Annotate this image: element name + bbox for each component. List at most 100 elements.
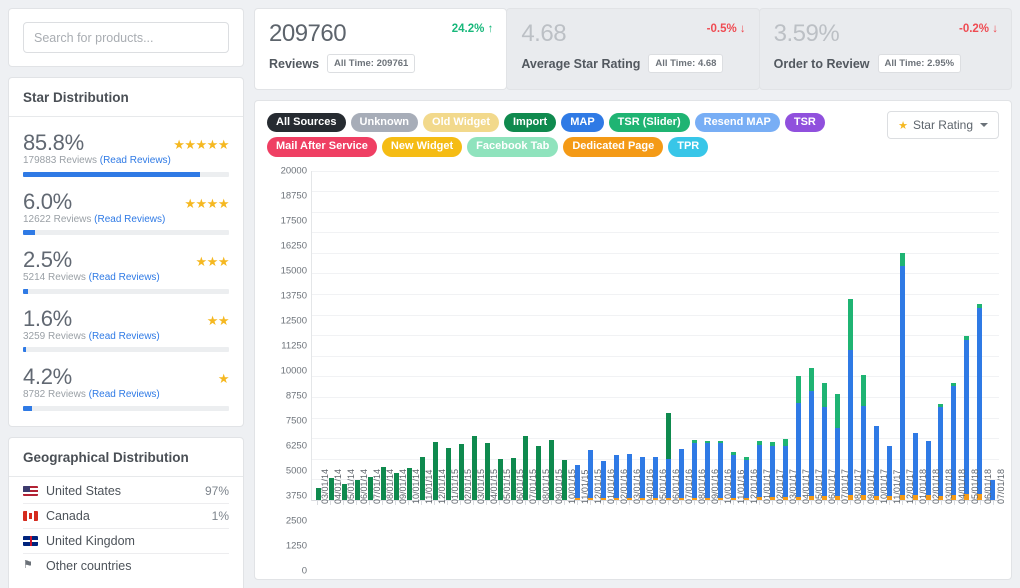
chart-bar-column[interactable] bbox=[973, 171, 986, 500]
chart-bar-column[interactable] bbox=[494, 171, 507, 500]
chart-bar-column[interactable] bbox=[455, 171, 468, 500]
source-filter-pill[interactable]: Dedicated Page bbox=[563, 137, 664, 157]
chart-bar-column[interactable] bbox=[947, 171, 960, 500]
chart-bar-column[interactable] bbox=[520, 171, 533, 500]
chart-bar-segment-import bbox=[666, 413, 672, 460]
chart-bar-column[interactable] bbox=[986, 171, 999, 500]
chart-bar-column[interactable] bbox=[662, 171, 675, 500]
star-distribution-row: 4.2% 8782 Reviews (Read Reviews) ★ bbox=[23, 357, 230, 416]
chart-bar-column[interactable] bbox=[584, 171, 597, 500]
chart-bar-column[interactable] bbox=[766, 171, 779, 500]
chart-bar-column[interactable] bbox=[649, 171, 662, 500]
chart-bar-column[interactable] bbox=[714, 171, 727, 500]
source-filter-pill[interactable]: Old Widget bbox=[423, 113, 499, 133]
chart-bar-column[interactable] bbox=[675, 171, 688, 500]
chart-bar-column[interactable] bbox=[442, 171, 455, 500]
chart-bar-column[interactable] bbox=[688, 171, 701, 500]
chart-bar-column[interactable] bbox=[377, 171, 390, 500]
source-filter-pill[interactable]: Unknown bbox=[350, 113, 419, 133]
chart-bar-column[interactable] bbox=[532, 171, 545, 500]
star-distribution-percent: 1.6% bbox=[23, 305, 72, 331]
chart-bar-column[interactable] bbox=[857, 171, 870, 500]
chart-bar-column[interactable] bbox=[818, 171, 831, 500]
chart-bar-column[interactable] bbox=[403, 171, 416, 500]
read-reviews-link[interactable]: (Read Reviews) bbox=[89, 272, 160, 283]
chart-bar-column[interactable] bbox=[870, 171, 883, 500]
source-filter-pill[interactable]: All Sources bbox=[267, 113, 346, 133]
star-distribution-bar-track bbox=[23, 171, 229, 177]
chart-bar-column[interactable] bbox=[805, 171, 818, 500]
chart-bar-column[interactable] bbox=[883, 171, 896, 500]
read-reviews-link[interactable]: (Read Reviews) bbox=[89, 331, 160, 342]
chart-bar-column[interactable] bbox=[429, 171, 442, 500]
chart-bar-column[interactable] bbox=[416, 171, 429, 500]
star-rating-filter-button[interactable]: ★ Star Rating bbox=[887, 111, 999, 139]
chart-x-tick: 05/01/17 bbox=[804, 469, 824, 571]
source-filter-pill[interactable]: Mail After Service bbox=[267, 137, 377, 157]
chart-x-tick-label: 01/01/16 bbox=[606, 468, 617, 504]
read-reviews-link[interactable]: (Read Reviews) bbox=[89, 389, 160, 400]
source-filter-pill[interactable]: MAP bbox=[561, 113, 604, 133]
chart-x-tick: 04/01/17 bbox=[791, 469, 811, 571]
source-filter-pill[interactable]: Import bbox=[503, 113, 557, 133]
chart-bar-column[interactable] bbox=[960, 171, 973, 500]
chart-bar-column[interactable] bbox=[844, 171, 857, 500]
chart-bar-column[interactable] bbox=[351, 171, 364, 500]
search-input[interactable] bbox=[23, 22, 229, 53]
chart-bar-column[interactable] bbox=[338, 171, 351, 500]
chart-bar-column[interactable] bbox=[753, 171, 766, 500]
source-filter-pill[interactable]: TSR (Slider) bbox=[608, 113, 690, 133]
chart-bar-column[interactable] bbox=[571, 171, 584, 500]
read-reviews-link[interactable]: (Read Reviews) bbox=[94, 214, 165, 225]
chart-y-tick-label: 2500 bbox=[285, 515, 307, 527]
stat-card[interactable]: 3.59% Order to Review All Time: 2.95% -0.2%… bbox=[758, 8, 1012, 90]
chart-bar-column[interactable] bbox=[325, 171, 338, 500]
chart-y-tick-label: 13750 bbox=[280, 290, 307, 302]
geo-country-name: Canada bbox=[46, 508, 90, 523]
chart-bar-column[interactable] bbox=[779, 171, 792, 500]
chart-x-tick-label: 09/01/15 bbox=[554, 468, 565, 504]
chart-x-tick: 05/01/18 bbox=[960, 469, 980, 571]
chart-bar-column[interactable] bbox=[727, 171, 740, 500]
chart-tick-mark bbox=[914, 501, 916, 505]
source-filter-pill[interactable]: Facebook Tab bbox=[467, 137, 559, 157]
chart-bar-column[interactable] bbox=[468, 171, 481, 500]
chart-bar-column[interactable] bbox=[390, 171, 403, 500]
chart-y-tick-label: 20000 bbox=[280, 165, 307, 176]
chart-bar-column[interactable] bbox=[701, 171, 714, 500]
chart-bar-column[interactable] bbox=[740, 171, 753, 500]
chart-bar-column[interactable] bbox=[597, 171, 610, 500]
chart-bar-column[interactable] bbox=[922, 171, 935, 500]
chart-bar-column[interactable] bbox=[935, 171, 948, 500]
chart-bar-column[interactable] bbox=[610, 171, 623, 500]
chart-bar-column[interactable] bbox=[507, 171, 520, 500]
source-filter-pill[interactable]: New Widget bbox=[381, 137, 463, 157]
star-distribution-reviews-word: Reviews bbox=[48, 272, 86, 284]
source-filter-pill[interactable]: Resend MAP bbox=[694, 113, 780, 133]
stat-card[interactable]: 209760 Reviews All Time: 209761 24.2% ↑ bbox=[254, 8, 508, 90]
chart-tick-mark bbox=[771, 501, 773, 505]
chart-bar-column[interactable] bbox=[312, 171, 325, 500]
chart-bar-column[interactable] bbox=[481, 171, 494, 500]
chart-y-tick-label: 6250 bbox=[285, 440, 307, 452]
chart-x-tick: 10/01/14 bbox=[402, 469, 421, 571]
stat-card[interactable]: 4.68 Average Star Rating All Time: 4.68 -0.… bbox=[506, 8, 760, 90]
source-filter-pill[interactable]: TPR bbox=[668, 137, 709, 157]
chart-bar-column[interactable] bbox=[792, 171, 805, 500]
chart-bar-column[interactable] bbox=[636, 171, 649, 500]
chart-bar-column[interactable] bbox=[558, 171, 571, 500]
chart-bar-column[interactable] bbox=[623, 171, 636, 500]
chart-x-tick: 12/01/17 bbox=[895, 469, 915, 571]
read-reviews-link[interactable]: (Read Reviews) bbox=[100, 155, 171, 166]
chart-bar-column[interactable] bbox=[909, 171, 922, 500]
chevron-down-icon bbox=[980, 123, 988, 127]
chart-tick-mark bbox=[317, 501, 319, 505]
chart-bar-column[interactable] bbox=[545, 171, 558, 500]
source-filter-pill[interactable]: TSR bbox=[784, 113, 825, 133]
chart-y-tick-label: 1250 bbox=[285, 540, 307, 552]
chart-x-tick-label: 04/01/18 bbox=[956, 468, 967, 504]
chart-tick-mark bbox=[758, 501, 760, 505]
chart-bar-column[interactable] bbox=[364, 171, 377, 500]
chart-bar-column[interactable] bbox=[896, 171, 909, 500]
chart-bar-column[interactable] bbox=[831, 171, 844, 500]
